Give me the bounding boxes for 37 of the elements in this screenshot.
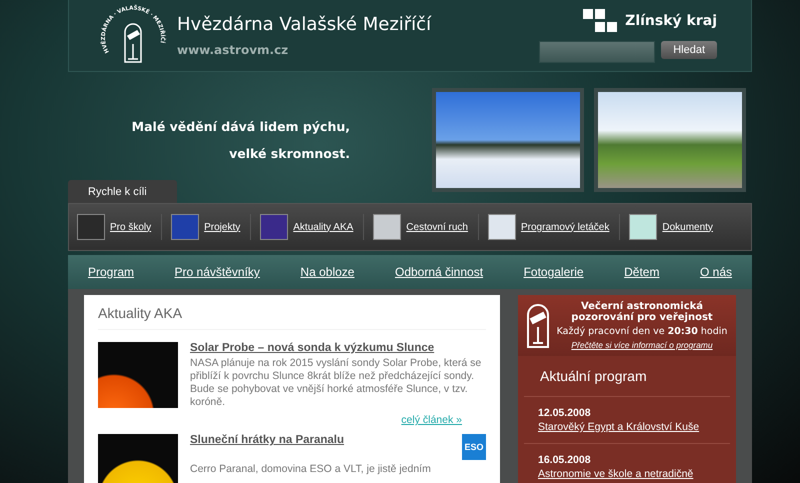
quick-link[interactable]: Dokumenty: [629, 214, 723, 240]
event-date: 12.05.2008: [538, 407, 592, 419]
article-title-link[interactable]: Sluneční hrátky na Paranalu: [190, 434, 344, 446]
nav-link[interactable]: Fotogalerie: [524, 265, 584, 279]
quick-link[interactable]: Pro školy: [77, 214, 162, 240]
event-date: 16.05.2008: [538, 454, 592, 466]
quick-link[interactable]: Cestovní ruch: [373, 214, 479, 240]
region-logo-text: Zlínský kraj: [625, 12, 717, 28]
article-text: Cerro Paranal, domovina ESO a VLT, je jistě jedním: [190, 463, 432, 476]
promo-title: Večerní astronomická pozorování pro veřejnost: [570, 301, 714, 323]
quick-links-tab[interactable]: Rychle k cíli: [68, 180, 177, 203]
site-title: Hvězdárna Valašské Meziříčí: [177, 14, 432, 35]
telescope-icon: [526, 302, 550, 348]
motto-line: Malé vědění dává lidem pýchu,: [132, 119, 350, 134]
search-button[interactable]: Hledat: [661, 40, 717, 58]
event-link[interactable]: Astronomie ve škole a netradičně: [538, 468, 716, 480]
article-text: NASA plánuje na rok 2015 vyslání sondy Solar Probe, která se přiblíží k povrchu Slunce 8krát blíže než předcházející sondy. Bude se pohybovat ve vnější horké atmosféře Slunce, v tzv. koróně.: [190, 357, 482, 409]
nav-link[interactable]: Odborná činnost: [394, 265, 484, 279]
promo-link[interactable]: Přečtěte si více informací o programu: [571, 340, 713, 350]
squares-logo-icon: [583, 8, 620, 32]
quick-link[interactable]: Projekty: [171, 214, 252, 240]
motto-line: velké skromnost.: [229, 146, 350, 161]
nav-link[interactable]: O nás: [700, 265, 732, 279]
promo-schedule: Každý pracovní den ve 20:30 hodin: [556, 326, 728, 337]
quick-link[interactable]: Programový letáček: [488, 214, 620, 240]
news-heading: Aktuality AKA: [98, 305, 486, 330]
nav-link[interactable]: Program: [88, 265, 134, 279]
eso-logo: ESO: [462, 434, 486, 460]
quick-link[interactable]: Aktuality AKA: [260, 214, 364, 240]
article-title-link[interactable]: Solar Probe – nová sonda k výzkumu Slunce: [190, 342, 434, 354]
search-field[interactable]: [539, 40, 656, 62]
nav-link[interactable]: Pro návštěvníky: [174, 265, 260, 279]
site-url: www.astrovm.cz: [177, 43, 290, 57]
program-heading: Aktuální program: [524, 356, 730, 397]
nav-link[interactable]: Dětem: [624, 265, 660, 279]
event-link[interactable]: Starověký Egypt a Království Kuše: [538, 421, 716, 433]
nav-link[interactable]: Na obloze: [300, 265, 354, 279]
